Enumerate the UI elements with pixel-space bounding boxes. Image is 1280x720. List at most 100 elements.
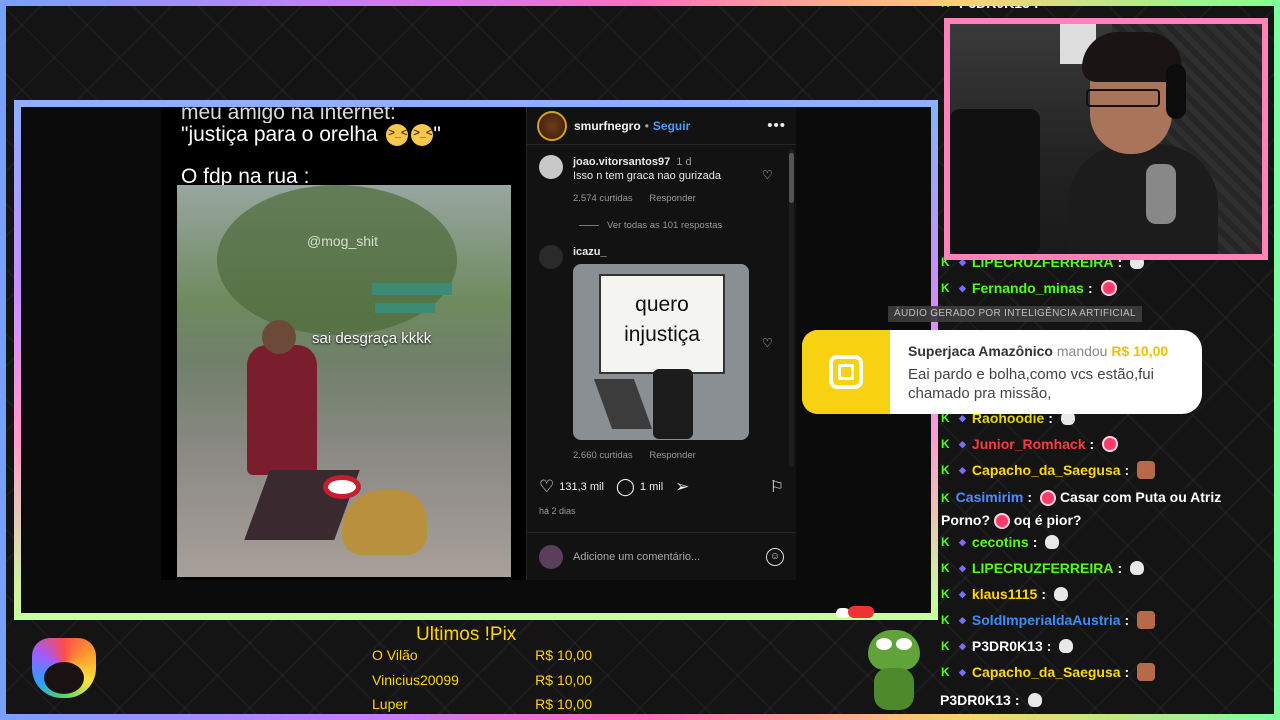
chat-colon: :	[1033, 0, 1039, 11]
comments-scrollbar[interactable]	[789, 149, 794, 467]
player-head-shape	[262, 320, 296, 354]
wing-shape	[593, 379, 653, 429]
skull-emote-icon	[1054, 587, 1068, 601]
chat-username[interactable]: Capacho_da_Saegusa	[972, 661, 1121, 683]
chat-username[interactable]: cecotins	[972, 531, 1029, 553]
reply-button[interactable]: Responder	[649, 450, 695, 461]
view-replies-button[interactable]: Ver todas as 101 respostas	[579, 220, 784, 231]
comment-likes[interactable]: 2.660 curtidas	[573, 450, 633, 461]
emoji-picker-icon[interactable]: ☺	[766, 547, 784, 566]
chat-username[interactable]: LIPECRUZFERREIRA	[972, 557, 1114, 579]
add-comment-bar[interactable]: Adicione um comentário... ☺	[527, 532, 796, 580]
comment-likes[interactable]: 2.574 curtidas	[573, 193, 633, 204]
comment-like-heart-icon[interactable]: ♡	[762, 337, 774, 349]
pix-list: O Vilão R$ 10,00 Vinicius20099 R$ 10,00 …	[372, 645, 592, 719]
chat-username[interactable]: Fernando_minas	[972, 277, 1084, 299]
separator-dot: •	[644, 118, 649, 133]
send-icon: ➢	[675, 477, 690, 496]
kick-badge-icon: K	[941, 281, 950, 295]
comment-button[interactable]: ◯ 1 mil	[616, 477, 663, 497]
pix-donor: Vinicius20099	[372, 671, 459, 688]
kick-badge-icon: K	[941, 665, 950, 679]
skull-emote-icon	[1045, 535, 1060, 549]
comment-meta: 2.660 curtidas Responder	[573, 449, 749, 463]
chat-colon: :	[1014, 692, 1020, 708]
like-button[interactable]: ♡ 131,3 mil	[539, 477, 604, 497]
instagram-post-view: meu amigo na internet: "justiça para o o…	[161, 107, 801, 580]
bookmark-icon[interactable]: ⚐	[770, 477, 784, 497]
couch-shape	[950, 109, 1040, 254]
like-count: 131,3 mil	[559, 481, 604, 493]
chat-colon: :	[1046, 638, 1052, 654]
commenter-avatar[interactable]	[539, 245, 563, 269]
comment-like-heart-icon[interactable]: ♡	[762, 169, 774, 181]
meme-caption-line-2: "justiça para o orelha "	[161, 123, 526, 147]
action-row: ♡ 131,3 mil ◯ 1 mil ➢ ⚐	[539, 477, 784, 497]
comment-username[interactable]: joao.vitorsantos97	[573, 156, 670, 168]
street-sign-shape	[375, 303, 435, 313]
poster-avatar[interactable]	[537, 110, 567, 141]
chat-message: K ◆ klaus1115:	[941, 583, 1271, 605]
skull-emote-icon	[1059, 639, 1074, 653]
pix-logo-inner	[829, 355, 863, 389]
chat-username[interactable]: Junior_Romhack	[972, 433, 1086, 455]
kick-badge-icon: K	[941, 463, 950, 477]
scrollbar-thumb[interactable]	[789, 153, 794, 203]
pix-title: Ultimos !Pix	[416, 624, 517, 645]
chat-colon: :	[1124, 664, 1130, 680]
reply-button[interactable]: Responder	[649, 193, 695, 204]
donor-name: Superjaca Amazônico	[908, 343, 1053, 359]
sub-badge-icon: ◆	[959, 283, 966, 293]
meme-caption-line-2-quote: "	[433, 123, 441, 146]
poster-username[interactable]: smurfnegro	[574, 119, 641, 133]
sub-badge-icon: ◆	[959, 615, 966, 625]
kick-badge-icon: K	[941, 639, 950, 653]
pepe-frog-icon	[864, 630, 924, 710]
pepe-head-shape	[868, 630, 920, 670]
more-options-icon[interactable]: •••	[767, 117, 786, 134]
comment-image[interactable]: quero injustiça	[573, 264, 749, 440]
chat-username[interactable]: Capacho_da_Saegusa	[972, 459, 1121, 481]
screen-share-frame: meu amigo na internet: "justiça para o o…	[14, 100, 938, 620]
emote-icon	[1137, 663, 1156, 681]
share-button[interactable]: ➢	[675, 477, 694, 497]
chat-username[interactable]: Casimirim	[956, 489, 1024, 505]
sub-badge-icon: ◆	[959, 667, 966, 677]
chat-message: K P3DR0K13 :	[941, 0, 1271, 14]
comment-item: icazu_ quero injustiça 2.660 curtidas Re…	[539, 245, 784, 463]
protest-sign: quero injustiça	[599, 274, 725, 374]
follow-button[interactable]: Seguir	[653, 119, 690, 133]
chat-message: K ◆ Fernando_minas:	[941, 277, 1271, 299]
chat-username[interactable]: klaus1115	[972, 583, 1037, 605]
player-shape	[247, 345, 317, 475]
chat-colon: :	[1032, 534, 1038, 550]
chat-username[interactable]: SoldImperialdaAustria	[972, 609, 1121, 631]
post-actions: ♡ 131,3 mil ◯ 1 mil ➢ ⚐ há 2 dias	[527, 477, 796, 516]
viewer-avatar	[539, 544, 563, 569]
add-comment-input[interactable]: Adicione um comentário...	[573, 551, 700, 563]
meme-photo: @mog_shit sai desgraça kkkk	[177, 185, 511, 577]
comment-username[interactable]: icazu_	[573, 246, 607, 258]
sub-badge-icon: ◆	[959, 641, 966, 651]
dog-shape	[342, 490, 427, 555]
comment-time: 1 d	[676, 156, 692, 168]
skull-emote-icon	[1027, 693, 1042, 707]
post-date: há 2 dias	[539, 506, 576, 516]
chat-username[interactable]: P3DR0K13	[972, 635, 1043, 657]
chat-colon: :	[1087, 280, 1093, 296]
chat-message: K ◆ SoldImperialdaAustria:	[941, 609, 1271, 631]
kick-badge-icon: K	[941, 437, 950, 451]
pepe-body-shape	[874, 668, 914, 710]
chat-username[interactable]: P3DR0K13	[959, 0, 1030, 14]
emote-icon	[1137, 611, 1156, 629]
commenter-avatar[interactable]	[539, 155, 563, 179]
pink-emote-icon	[1100, 280, 1117, 296]
chat-message: K ◆ P3DR0K13:	[941, 635, 1271, 657]
pepe-eye-shape	[896, 638, 912, 650]
headphone-shape	[1166, 64, 1186, 119]
chat-message: K ◆ cecotins:	[941, 531, 1271, 553]
chat-username[interactable]: P3DR0K13	[940, 689, 1011, 711]
chat-message-text: oq é pior?	[1013, 512, 1082, 528]
pepe-eye-shape	[876, 638, 892, 650]
comments-list: joao.vitorsantos97 1 d Isso n tem graca …	[527, 147, 796, 469]
